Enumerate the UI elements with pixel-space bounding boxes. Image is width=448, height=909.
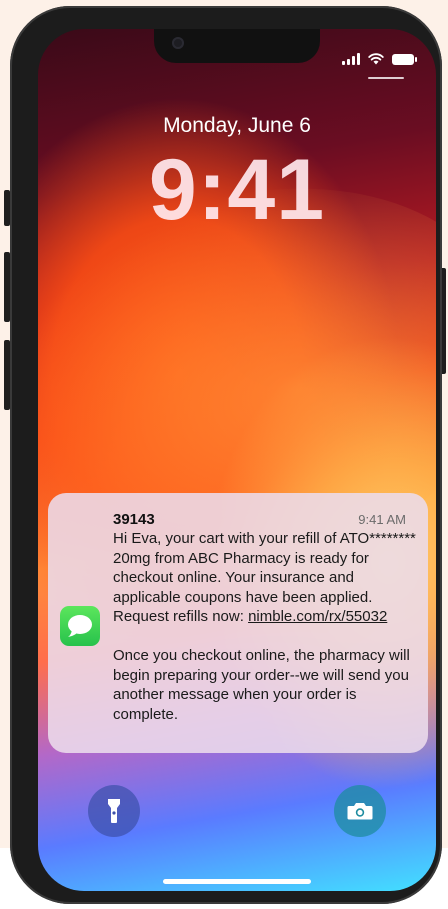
- refill-link[interactable]: nimble.com/rx/55032: [248, 608, 387, 625]
- battery-icon: [392, 53, 417, 65]
- notification-body: Hi Eva, your cart with your refill of AT…: [113, 529, 418, 724]
- status-indicator: [368, 77, 404, 79]
- message-text-2: Once you checkout online, the pharmacy w…: [113, 647, 410, 723]
- lock-screen: Monday, June 6 9:41 39143 9:41 AM Hi Eva…: [38, 29, 436, 891]
- phone-frame: Monday, June 6 9:41 39143 9:41 AM Hi Eva…: [10, 6, 442, 904]
- home-indicator[interactable]: [163, 879, 311, 884]
- signal-icon: [342, 53, 360, 65]
- notch: [154, 29, 320, 63]
- wifi-icon: [368, 53, 384, 65]
- notification-time: 9:41 AM: [358, 512, 406, 527]
- notification-sender: 39143: [113, 511, 155, 528]
- camera-button[interactable]: [334, 785, 386, 837]
- camera-icon: [347, 803, 373, 820]
- lock-time: 9:41: [148, 142, 326, 238]
- message-notification[interactable]: 39143 9:41 AM Hi Eva, your cart with you…: [48, 493, 428, 753]
- messages-icon: [60, 606, 100, 646]
- flashlight-button[interactable]: [88, 785, 140, 837]
- flashlight-icon: [108, 799, 120, 823]
- lock-date: Monday, June 6: [163, 114, 311, 137]
- front-camera: [172, 37, 184, 49]
- status-bar: [342, 53, 417, 65]
